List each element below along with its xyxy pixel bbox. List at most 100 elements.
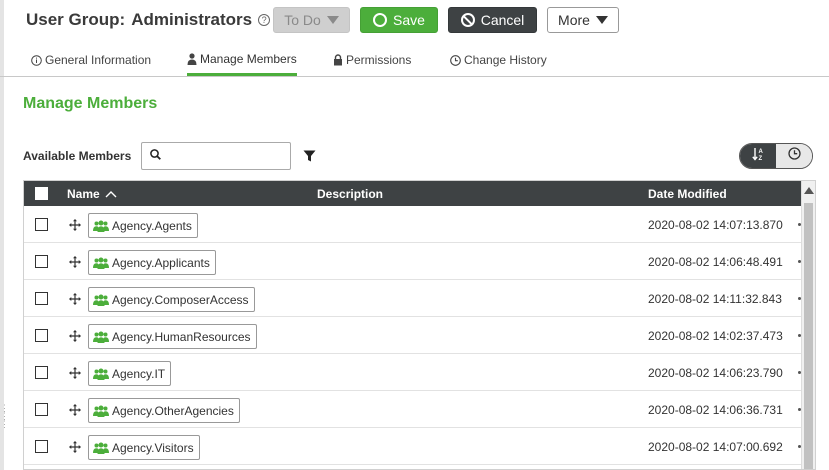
tab-label: Permissions	[346, 53, 412, 67]
svg-text:Z: Z	[758, 156, 762, 161]
member-chip[interactable]: Agency.Agents	[88, 213, 198, 238]
user-group-icon	[93, 220, 109, 232]
user-icon	[187, 52, 197, 65]
date-modified: 2020-08-02 14:07:13.870	[648, 218, 783, 232]
page-title-label: User Group:	[26, 10, 126, 29]
scroll-up-arrow-icon[interactable]	[804, 187, 814, 194]
section-title: Manage Members	[23, 95, 158, 112]
save-button-label: Save	[393, 12, 425, 28]
svg-text:A: A	[758, 149, 763, 155]
search-input[interactable]	[167, 149, 285, 163]
table-row[interactable]: Agency.ComposerAccess 2020-08-02 14:11:32…	[24, 280, 802, 317]
filter-icon[interactable]	[303, 149, 316, 167]
tab-general-information[interactable]: General Information	[31, 44, 151, 76]
clock-icon	[787, 147, 801, 165]
row-checkbox[interactable]	[35, 218, 48, 231]
caret-down-icon	[595, 16, 608, 24]
clock-icon	[450, 54, 461, 66]
member-chip[interactable]: Agency.ComposerAccess	[88, 287, 255, 312]
member-chip[interactable]: Agency.HumanResources	[88, 324, 257, 349]
row-checkbox[interactable]	[35, 366, 48, 379]
more-button-label: More	[558, 12, 590, 28]
search-box	[141, 142, 291, 170]
move-arrows-icon[interactable]	[69, 440, 81, 458]
date-modified: 2020-08-02 14:07:00.692	[648, 440, 783, 454]
member-name: Agency.OtherAgencies	[112, 403, 234, 418]
info-circle-icon	[31, 54, 42, 66]
todo-button[interactable]: To Do	[273, 7, 350, 33]
tab-label: Manage Members	[200, 51, 297, 66]
tab-manage-members[interactable]: Manage Members	[187, 44, 297, 76]
save-button[interactable]: Save	[360, 7, 438, 33]
table-row[interactable]: Agency.Applicants 2020-08-02 14:06:48.491	[24, 243, 802, 280]
sort-alpha-icon: AZ	[751, 147, 765, 166]
select-all-checkbox[interactable]	[35, 181, 48, 206]
date-modified: 2020-08-02 14:06:48.491	[648, 255, 783, 269]
user-group-icon	[93, 368, 109, 380]
member-chip[interactable]: Agency.OtherAgencies	[88, 398, 240, 423]
sort-toggle: AZ	[739, 143, 813, 169]
table-row[interactable]: Agency.OtherAgencies 2020-08-02 14:06:36.…	[24, 391, 802, 428]
member-name: Agency.IT	[112, 366, 166, 381]
cancel-button[interactable]: Cancel	[448, 7, 537, 33]
resize-grip-icon[interactable]: ⋮ ⋮ ⋮	[0, 404, 9, 429]
table-header: Name Description Date Modified	[24, 181, 802, 206]
column-header-date-modified[interactable]: Date Modified	[648, 181, 727, 206]
sort-alphabetical-button[interactable]: AZ	[740, 144, 776, 168]
member-chip[interactable]: Agency.Applicants	[88, 250, 216, 275]
move-arrows-icon[interactable]	[69, 218, 81, 236]
available-members-label: Available Members	[23, 149, 132, 163]
column-label: Date Modified	[648, 186, 727, 201]
user-group-icon	[93, 294, 109, 306]
member-name: Agency.Visitors	[112, 440, 194, 455]
column-header-description[interactable]: Description	[317, 181, 383, 206]
move-arrows-icon[interactable]	[69, 403, 81, 421]
question-circle-icon[interactable]: ?	[258, 14, 271, 26]
column-label: Name	[67, 186, 100, 201]
member-name: Agency.Agents	[112, 218, 192, 233]
date-modified: 2020-08-02 14:06:36.731	[648, 403, 783, 417]
sort-date-button[interactable]	[776, 144, 812, 168]
tab-permissions[interactable]: Permissions	[333, 44, 411, 76]
table-row[interactable]: Agency.Visitors 2020-08-02 14:07:00.692	[24, 428, 802, 465]
more-button[interactable]: More	[547, 7, 619, 33]
lock-icon	[333, 54, 343, 66]
row-checkbox[interactable]	[35, 440, 48, 453]
members-table: Name Description Date Modified Agency.Ag…	[23, 180, 816, 470]
user-group-icon	[93, 331, 109, 343]
member-name: Agency.HumanResources	[112, 329, 251, 344]
vertical-scrollbar[interactable]	[801, 181, 815, 469]
ban-icon	[460, 13, 475, 27]
move-arrows-icon[interactable]	[69, 329, 81, 347]
page-title-value: Administrators	[131, 10, 253, 29]
table-row[interactable]: Agency.IT 2020-08-02 14:06:23.790	[24, 354, 802, 391]
cancel-button-label: Cancel	[480, 12, 525, 28]
tab-bar: General Information Manage Members Permi…	[0, 44, 829, 77]
row-checkbox[interactable]	[35, 292, 48, 305]
row-checkbox[interactable]	[35, 255, 48, 268]
member-chip[interactable]: Agency.Visitors	[88, 435, 200, 460]
member-chip[interactable]: Agency.IT	[88, 361, 172, 386]
member-name: Agency.Applicants	[112, 255, 210, 270]
search-icon	[150, 147, 161, 165]
table-row[interactable]: Agency.HumanResources 2020-08-02 14:02:37…	[24, 317, 802, 354]
date-modified: 2020-08-02 14:11:32.843	[648, 292, 782, 306]
date-modified: 2020-08-02 14:06:23.790	[648, 366, 783, 380]
circle-icon	[373, 13, 388, 27]
checkbox[interactable]	[35, 187, 48, 200]
move-arrows-icon[interactable]	[69, 255, 81, 273]
user-group-icon	[93, 442, 109, 454]
table-row[interactable]: Agency.Agents 2020-08-02 14:07:13.870	[24, 206, 802, 243]
row-checkbox[interactable]	[35, 329, 48, 342]
column-header-name[interactable]: Name	[67, 181, 117, 206]
move-arrows-icon[interactable]	[69, 366, 81, 384]
sort-ascending-icon	[105, 190, 117, 198]
caret-down-icon	[326, 16, 339, 24]
row-checkbox[interactable]	[35, 403, 48, 416]
scrollbar-thumb[interactable]	[804, 203, 813, 469]
move-arrows-icon[interactable]	[69, 292, 81, 310]
tab-change-history[interactable]: Change History	[450, 44, 547, 76]
date-modified: 2020-08-02 14:02:37.473	[648, 329, 783, 343]
page-header: User Group: Administrators ?	[26, 6, 271, 34]
tab-label: General Information	[45, 53, 152, 67]
